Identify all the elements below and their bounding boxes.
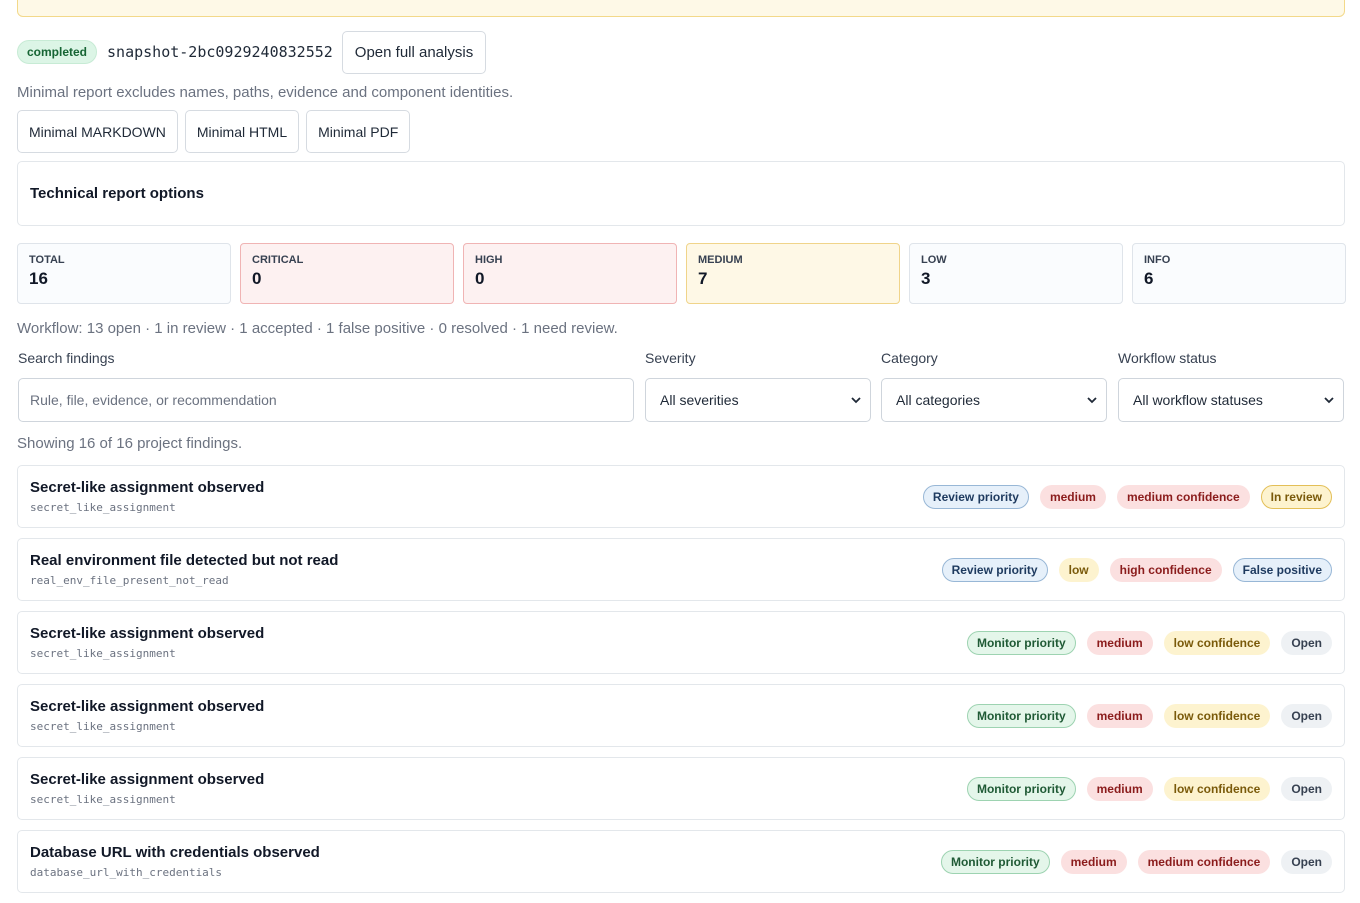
notice-banner <box>17 0 1345 17</box>
minimal-pdf-button[interactable]: Minimal PDF <box>306 110 411 153</box>
workflow-status-label: Workflow status <box>1118 350 1217 366</box>
stat-critical: CRITICAL 0 <box>240 243 454 304</box>
chevron-down-icon <box>851 397 861 404</box>
category-select-value: All categories <box>896 392 981 408</box>
stat-low: LOW 3 <box>909 243 1123 304</box>
workflow-status-badge: Open <box>1281 631 1332 655</box>
workflow-status-badge: Open <box>1281 777 1332 801</box>
severity-label: Severity <box>645 350 696 366</box>
confidence-badge: low confidence <box>1163 777 1271 801</box>
finding-row[interactable]: Database URL with credentials observed d… <box>17 830 1345 893</box>
minimal-report-note: Minimal report excludes names, paths, ev… <box>17 84 514 101</box>
priority-badge: Review priority <box>922 485 1029 509</box>
finding-row[interactable]: Real environment file detected but not r… <box>17 538 1345 601</box>
severity-stats: TOTAL 16 CRITICAL 0 HIGH 0 MEDIUM 7 LOW … <box>17 243 1346 304</box>
stat-label: MEDIUM <box>698 254 743 266</box>
confidence-badge: low confidence <box>1163 704 1271 728</box>
severity-badge: medium <box>1039 485 1106 509</box>
open-full-analysis-button[interactable]: Open full analysis <box>341 30 487 74</box>
workflow-status-select-value: All workflow statuses <box>1133 392 1263 408</box>
technical-report-options[interactable]: Technical report options <box>17 161 1345 226</box>
stat-label: CRITICAL <box>252 254 304 266</box>
workflow-status-badge: Open <box>1281 704 1332 728</box>
severity-select[interactable]: All severities <box>645 378 871 422</box>
stat-info: INFO 6 <box>1132 243 1346 304</box>
search-input[interactable] <box>18 378 634 422</box>
snapshot-row: completed snapshot-2bc0929240832552 Open… <box>17 30 487 74</box>
stat-value: 0 <box>475 269 485 288</box>
severity-badge: medium <box>1086 704 1153 728</box>
finding-tags: Monitor priority medium medium confidenc… <box>940 850 1332 874</box>
stat-value: 16 <box>29 269 48 288</box>
stat-label: HIGH <box>475 254 503 266</box>
priority-badge: Review priority <box>941 558 1048 582</box>
confidence-badge: medium confidence <box>1137 850 1271 874</box>
category-label: Category <box>881 350 938 366</box>
stat-label: LOW <box>921 254 947 266</box>
chevron-down-icon <box>1087 397 1097 404</box>
priority-badge: Monitor priority <box>966 704 1076 728</box>
snapshot-id: snapshot-2bc0929240832552 <box>107 43 333 61</box>
severity-badge: medium <box>1086 631 1153 655</box>
category-select[interactable]: All categories <box>881 378 1107 422</box>
stat-total: TOTAL 16 <box>17 243 231 304</box>
confidence-badge: medium confidence <box>1116 485 1250 509</box>
priority-badge: Monitor priority <box>966 777 1076 801</box>
finding-tags: Monitor priority medium low confidence O… <box>966 704 1332 728</box>
severity-badge: low <box>1058 558 1099 582</box>
stat-value: 3 <box>921 269 931 288</box>
stat-value: 0 <box>252 269 262 288</box>
stat-medium: MEDIUM 7 <box>686 243 900 304</box>
confidence-badge: low confidence <box>1163 631 1271 655</box>
workflow-status-badge: Open <box>1281 850 1332 874</box>
status-badge: completed <box>17 40 98 64</box>
finding-tags: Review priority low high confidence Fals… <box>941 558 1332 582</box>
stat-value: 7 <box>698 269 708 288</box>
chevron-down-icon <box>1324 397 1334 404</box>
severity-badge: medium <box>1086 777 1153 801</box>
workflow-status-badge: False positive <box>1232 558 1332 582</box>
stat-value: 6 <box>1144 269 1154 288</box>
finding-tags: Monitor priority medium low confidence O… <box>966 631 1332 655</box>
minimal-markdown-button[interactable]: Minimal MARKDOWN <box>17 110 178 153</box>
confidence-badge: high confidence <box>1109 558 1222 582</box>
findings-list: Secret-like assignment observed secret_l… <box>17 465 1345 903</box>
finding-row[interactable]: Secret-like assignment observed secret_l… <box>17 757 1345 820</box>
finding-tags: Monitor priority medium low confidence O… <box>966 777 1332 801</box>
minimal-export-buttons: Minimal MARKDOWN Minimal HTML Minimal PD… <box>17 110 411 153</box>
severity-select-value: All severities <box>660 392 739 408</box>
finding-row[interactable]: Secret-like assignment observed secret_l… <box>17 465 1345 528</box>
search-label: Search findings <box>18 350 115 366</box>
priority-badge: Monitor priority <box>966 631 1076 655</box>
finding-row[interactable]: Secret-like assignment observed secret_l… <box>17 684 1345 747</box>
stat-label: TOTAL <box>29 254 65 266</box>
workflow-status-badge: In review <box>1260 485 1332 509</box>
severity-badge: medium <box>1060 850 1127 874</box>
workflow-summary: Workflow: 13 open · 1 in review · 1 acce… <box>17 320 618 337</box>
stat-label: INFO <box>1144 254 1171 266</box>
technical-report-title: Technical report options <box>30 185 204 202</box>
results-count: Showing 16 of 16 project findings. <box>17 435 243 452</box>
minimal-html-button[interactable]: Minimal HTML <box>184 110 300 153</box>
priority-badge: Monitor priority <box>940 850 1050 874</box>
workflow-status-select[interactable]: All workflow statuses <box>1118 378 1344 422</box>
stat-high: HIGH 0 <box>463 243 677 304</box>
finding-tags: Review priority medium medium confidence… <box>922 485 1332 509</box>
finding-row[interactable]: Secret-like assignment observed secret_l… <box>17 611 1345 674</box>
